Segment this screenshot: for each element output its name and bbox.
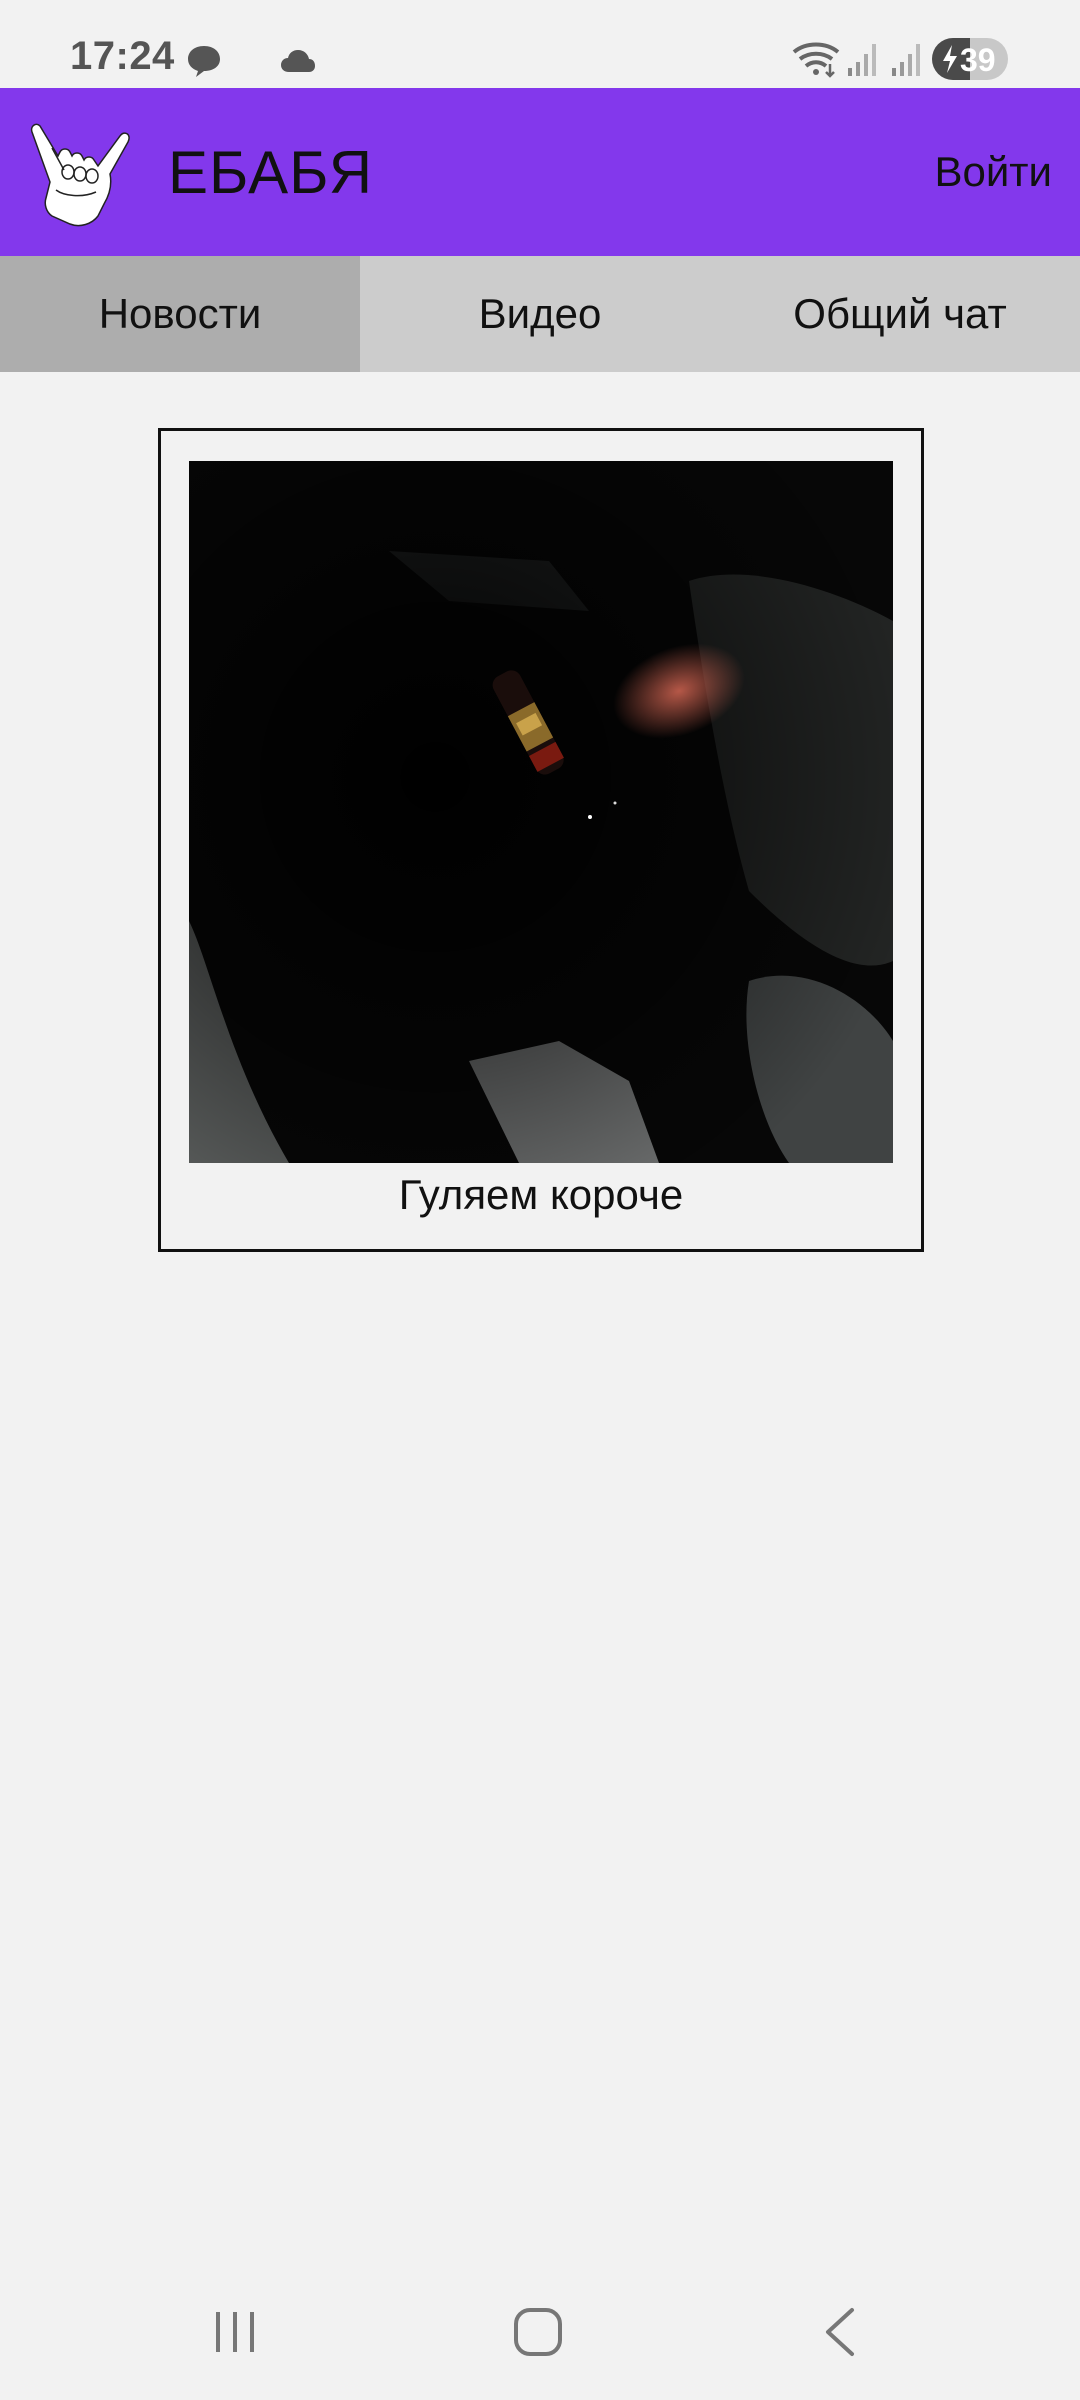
cloud-icon (281, 50, 315, 72)
app-screen: 17:24 39 ЕБАБЯ Войти Новости Видео Общий… (0, 0, 1080, 2400)
chat-icon (188, 46, 220, 77)
status-time: 17:24 (70, 34, 175, 78)
tab-news[interactable]: Новости (0, 256, 360, 372)
signal-icon (848, 44, 876, 76)
home-icon[interactable] (512, 2306, 564, 2358)
system-navigation-bar (0, 2240, 1080, 2400)
battery-indicator: 39 (932, 38, 1008, 80)
tab-bar: Новости Видео Общий чат (0, 256, 1080, 372)
login-button[interactable]: Войти (934, 148, 1052, 196)
status-bar: 17:24 39 (0, 0, 1080, 88)
back-icon[interactable] (820, 2306, 860, 2358)
wifi-icon (792, 42, 840, 78)
signal-icon-secondary (892, 44, 920, 76)
post-caption: Гуляем короче (398, 1171, 684, 1218)
battery-percent: 39 (960, 42, 996, 78)
tab-general-chat[interactable]: Общий чат (720, 256, 1080, 372)
post-image[interactable] (189, 461, 893, 1163)
shaka-hand-logo-icon (30, 123, 130, 227)
app-header: ЕБАБЯ Войти (0, 88, 1080, 256)
tab-video[interactable]: Видео (360, 256, 720, 372)
recent-apps-icon[interactable] (210, 2308, 260, 2356)
news-post-card[interactable]: Гуляем короче (158, 428, 924, 1252)
app-title: ЕБАБЯ (168, 139, 374, 206)
battery-charging-icon (943, 45, 957, 73)
